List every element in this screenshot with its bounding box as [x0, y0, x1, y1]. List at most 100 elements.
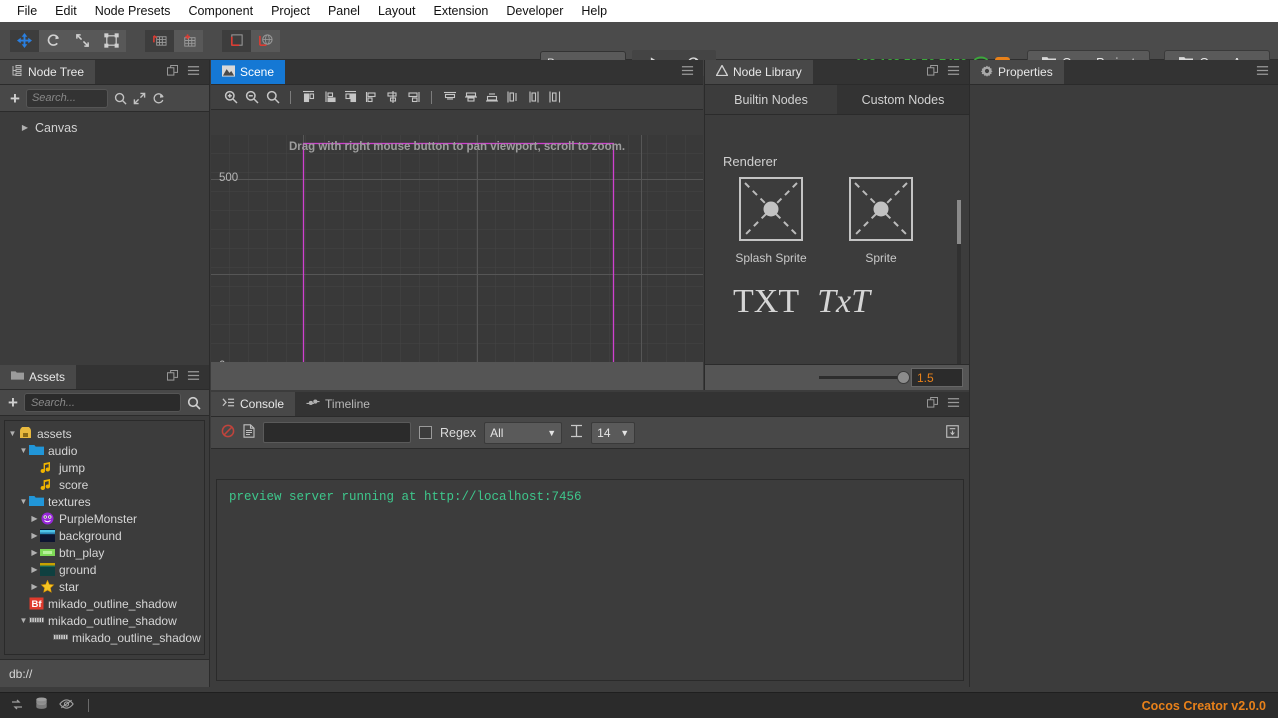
move-tool-icon[interactable]: [10, 30, 39, 52]
asset-row-bitmapfont[interactable]: Bf mikado_outline_shadow: [5, 595, 204, 612]
distribute-hcenter-icon[interactable]: [383, 88, 402, 107]
asset-row-background[interactable]: ▶ background: [5, 527, 204, 544]
chevron-down-icon[interactable]: ▼: [18, 446, 29, 455]
distribute-bottom-icon[interactable]: [545, 88, 564, 107]
zoom-in-icon[interactable]: [221, 88, 240, 107]
search-icon[interactable]: [114, 92, 127, 105]
console-font-size[interactable]: 14 ▼: [591, 422, 635, 444]
menu-developer[interactable]: Developer: [497, 0, 572, 22]
panel-menu-icon[interactable]: [187, 65, 200, 79]
richtext-icon[interactable]: TxT: [817, 283, 870, 321]
asset-row-assets[interactable]: ▼ assets: [5, 425, 204, 442]
label-icon[interactable]: TXT: [733, 283, 799, 321]
chevron-down-icon[interactable]: ▼: [7, 429, 18, 438]
panel-menu-icon[interactable]: [1256, 65, 1269, 79]
asset-row-audio[interactable]: ▼ audio: [5, 442, 204, 459]
tab-node-library[interactable]: Node Library: [705, 60, 813, 84]
popout-icon[interactable]: [927, 397, 938, 411]
asset-row-purplemonster[interactable]: ▶ PurpleMonster: [5, 510, 204, 527]
popout-icon[interactable]: [167, 370, 178, 384]
snap-grid-icon[interactable]: [145, 30, 174, 52]
pivot-icon[interactable]: [222, 30, 251, 52]
chevron-down-icon[interactable]: ▼: [18, 616, 29, 625]
align-right-icon[interactable]: [341, 88, 360, 107]
menu-extension[interactable]: Extension: [424, 0, 497, 22]
sync-icon[interactable]: [10, 698, 24, 714]
file-icon[interactable]: [243, 424, 255, 441]
rotate-tool-icon[interactable]: [39, 30, 68, 52]
asset-row-score[interactable]: score: [5, 476, 204, 493]
clear-icon[interactable]: [221, 424, 235, 441]
chevron-right-icon[interactable]: ▶: [29, 514, 40, 523]
scene-viewport[interactable]: Drag with right mouse button to pan view…: [211, 135, 703, 362]
tab-custom-nodes[interactable]: Custom Nodes: [837, 85, 969, 114]
align-left-icon[interactable]: [299, 88, 318, 107]
menu-file[interactable]: File: [8, 0, 46, 22]
menu-node-presets[interactable]: Node Presets: [86, 0, 180, 22]
menu-edit[interactable]: Edit: [46, 0, 86, 22]
add-asset-button[interactable]: +: [8, 394, 18, 411]
align-bottom-icon[interactable]: [482, 88, 501, 107]
tab-node-tree[interactable]: Node Tree: [0, 60, 95, 84]
rect-tool-icon[interactable]: [97, 30, 126, 52]
node-library-zoom-slider[interactable]: [819, 376, 905, 379]
menu-layout[interactable]: Layout: [369, 0, 425, 22]
node-search-input[interactable]: Search...: [26, 89, 108, 108]
node-library-item-splash-sprite[interactable]: Splash Sprite: [735, 177, 807, 265]
panel-menu-icon[interactable]: [947, 65, 960, 79]
tree-node-canvas[interactable]: ▶ Canvas: [0, 119, 209, 136]
node-library-zoom-value[interactable]: 1.5: [911, 368, 963, 387]
tab-properties[interactable]: Properties: [970, 60, 1064, 84]
asset-row-ground[interactable]: ▶ ground: [5, 561, 204, 578]
chevron-down-icon[interactable]: ▼: [18, 497, 29, 506]
world-coords-icon[interactable]: [251, 30, 280, 52]
database-icon[interactable]: [35, 697, 48, 714]
asset-row-fonttexture[interactable]: ▼ mikado_outline_shadow: [5, 612, 204, 629]
menu-help[interactable]: Help: [572, 0, 616, 22]
popout-icon[interactable]: [167, 65, 178, 79]
node-library-scrollbar[interactable]: [957, 200, 961, 364]
tab-assets[interactable]: Assets: [0, 365, 76, 389]
distribute-vcenter-icon[interactable]: [524, 88, 543, 107]
menu-panel[interactable]: Panel: [319, 0, 369, 22]
eye-off-icon[interactable]: [59, 698, 74, 713]
expand-all-icon[interactable]: [133, 92, 146, 105]
align-grid-icon[interactable]: [174, 30, 203, 52]
slider-knob[interactable]: [897, 371, 910, 384]
collapse-icon[interactable]: [946, 425, 959, 441]
panel-menu-icon[interactable]: [947, 397, 960, 411]
scale-tool-icon[interactable]: [68, 30, 97, 52]
panel-menu-icon[interactable]: [681, 65, 694, 79]
chevron-right-icon[interactable]: ▶: [20, 123, 30, 132]
regex-checkbox[interactable]: [419, 426, 432, 439]
asset-row-textures[interactable]: ▼ textures: [5, 493, 204, 510]
align-vcenter-icon[interactable]: [461, 88, 480, 107]
asset-row-jump[interactable]: jump: [5, 459, 204, 476]
popout-icon[interactable]: [927, 65, 938, 79]
align-hcenter-icon[interactable]: [320, 88, 339, 107]
add-node-button[interactable]: +: [10, 90, 20, 107]
menu-component[interactable]: Component: [179, 0, 262, 22]
menu-project[interactable]: Project: [262, 0, 319, 22]
zoom-reset-icon[interactable]: [263, 88, 282, 107]
console-filter-input[interactable]: [263, 422, 411, 443]
chevron-right-icon[interactable]: ▶: [29, 531, 40, 540]
tab-builtin-nodes[interactable]: Builtin Nodes: [705, 85, 837, 114]
asset-row-btnplay[interactable]: ▶ btn_play: [5, 544, 204, 561]
assets-search-input[interactable]: Search...: [24, 393, 181, 412]
tab-scene[interactable]: Scene: [211, 60, 285, 84]
console-level-filter[interactable]: All ▼: [484, 422, 562, 444]
chevron-right-icon[interactable]: ▶: [29, 582, 40, 591]
distribute-left-icon[interactable]: [362, 88, 381, 107]
tab-timeline[interactable]: Timeline: [295, 392, 381, 416]
chevron-right-icon[interactable]: ▶: [29, 565, 40, 574]
distribute-right-icon[interactable]: [404, 88, 423, 107]
refresh-tree-icon[interactable]: [152, 92, 165, 105]
zoom-out-icon[interactable]: [242, 88, 261, 107]
asset-row-star[interactable]: ▶ star: [5, 578, 204, 595]
node-library-item-sprite[interactable]: Sprite: [845, 177, 917, 265]
panel-menu-icon[interactable]: [187, 370, 200, 384]
asset-row-fonttexture-child[interactable]: mikado_outline_shadow: [5, 629, 204, 646]
distribute-top-icon[interactable]: [503, 88, 522, 107]
align-top-icon[interactable]: [440, 88, 459, 107]
